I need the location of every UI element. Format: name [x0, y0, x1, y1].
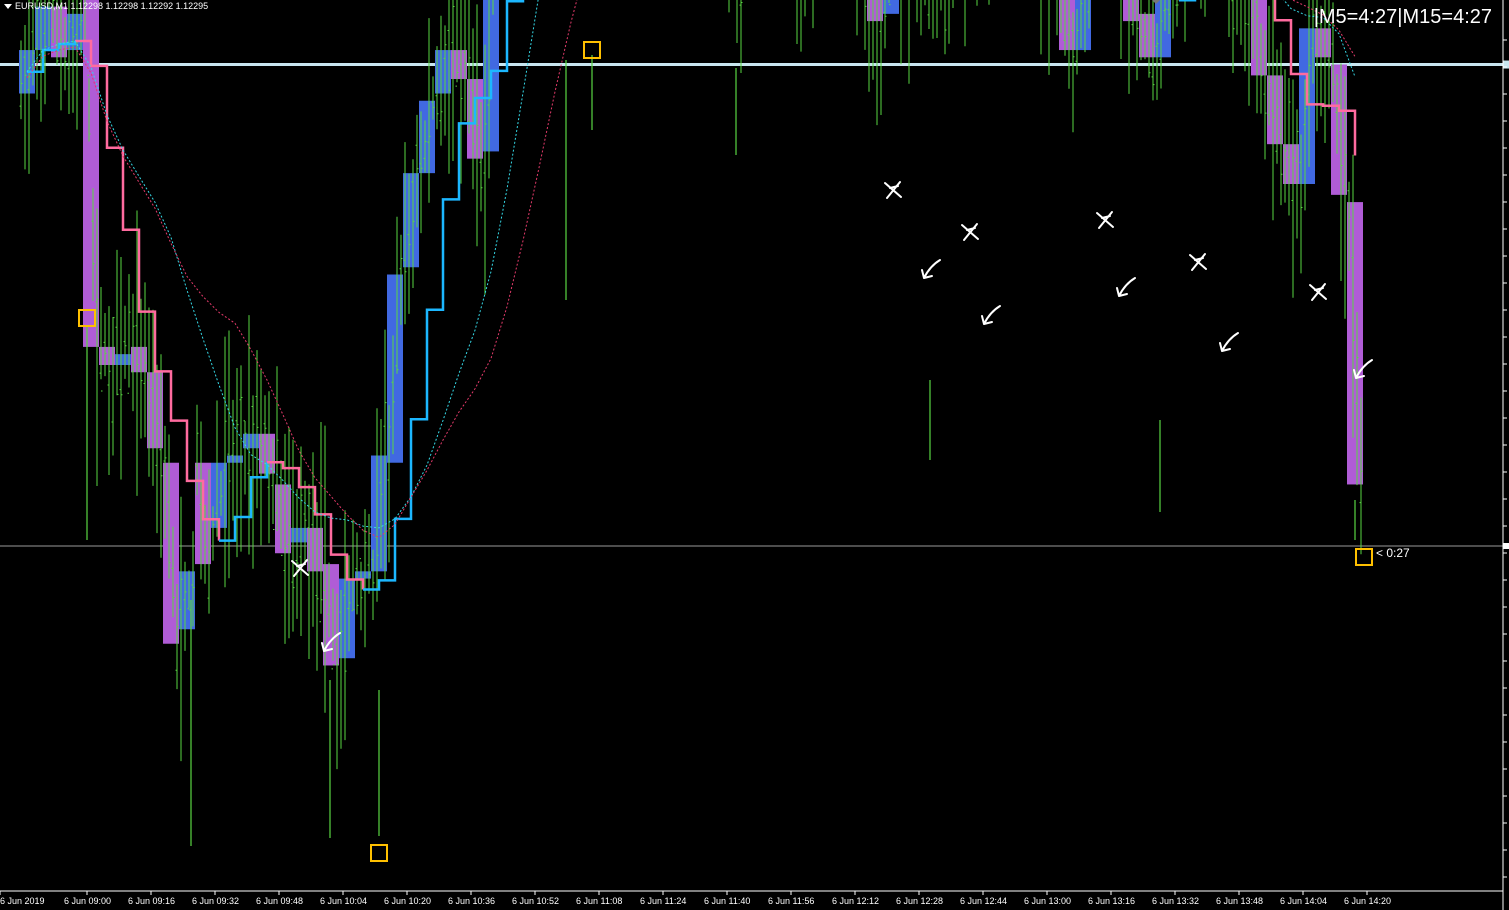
time-tick-label: 6 Jun 12:44 — [960, 896, 1007, 906]
slow-ma-cyan — [26, 0, 1356, 529]
time-tick-label: 6 Jun 09:48 — [256, 896, 303, 906]
annotation-cross-icon — [1189, 253, 1207, 271]
slow-ma-pink — [26, 0, 1356, 539]
time-tick-label: 6 Jun 13:16 — [1088, 896, 1135, 906]
annotation-arrow-icon — [921, 259, 941, 279]
time-axis: 6 Jun 2019 6 Jun 09:00 6 Jun 09:16 6 Jun 09… — [0, 891, 1391, 906]
time-tick-label: 6 Jun 12:28 — [896, 896, 943, 906]
price-chart[interactable]: 6 Jun 2019 6 Jun 09:00 6 Jun 09:16 6 Jun 09… — [0, 0, 1509, 910]
symbol-header[interactable]: EURUSD,M1 1.12298 1.12298 1.12292 1.1229… — [0, 0, 208, 12]
time-tick-label: 6 Jun 14:04 — [1280, 896, 1327, 906]
time-tick-label: 6 Jun 09:32 — [192, 896, 239, 906]
time-tick-label: 6 Jun 2019 — [0, 896, 45, 906]
time-tick-label: 6 Jun 10:36 — [448, 896, 495, 906]
higher-timeframe-boxes — [19, 0, 1363, 666]
annotation-cross-icon — [291, 559, 309, 577]
annotation-arrow-icon — [1116, 277, 1136, 297]
time-tick-label: 6 Jun 13:48 — [1216, 896, 1263, 906]
time-tick-label: 6 Jun 09:16 — [128, 896, 175, 906]
time-tick-label: 6 Jun 13:00 — [1024, 896, 1071, 906]
time-tick-label: 6 Jun 10:52 — [512, 896, 559, 906]
time-tick-label: 6 Jun 11:40 — [704, 896, 750, 906]
swing-marker — [1355, 548, 1373, 566]
symbol-ohlc-text: EURUSD,M1 1.12298 1.12298 1.12292 1.1229… — [15, 1, 209, 11]
hand-drawn-annotations — [291, 181, 1373, 652]
timeframe-timer: |M5=4:27|M15=4:27 — [1313, 6, 1492, 28]
scroll-marker-icon[interactable] — [1152, 0, 1160, 4]
time-tick-label: 6 Jun 13:32 — [1152, 896, 1199, 906]
time-tick-label: 6 Jun 14:20 — [1344, 896, 1391, 906]
annotation-arrow-icon — [981, 305, 1001, 325]
dropdown-triangle-icon[interactable] — [4, 3, 12, 9]
time-tick-label: 6 Jun 09:00 — [64, 896, 111, 906]
bar-countdown: < 0:27 — [1376, 546, 1410, 560]
time-tick-label: 6 Jun 10:20 — [384, 896, 431, 906]
time-tick-label: 6 Jun 11:24 — [640, 896, 686, 906]
m1-bars — [19, 0, 1363, 846]
annotation-cross-icon — [1309, 283, 1327, 301]
time-tick-label: 6 Jun 11:08 — [576, 896, 622, 906]
annotation-cross-icon — [1096, 211, 1114, 229]
time-tick-label: 6 Jun 12:12 — [832, 896, 879, 906]
annotation-cross-icon — [961, 223, 979, 241]
annotation-arrow-icon — [1219, 332, 1239, 352]
swing-marker — [370, 844, 388, 862]
time-tick-label: 6 Jun 10:04 — [320, 896, 367, 906]
m1-bar-series — [19, 0, 1363, 770]
annotation-cross-icon — [884, 181, 902, 199]
time-tick-label: 6 Jun 11:56 — [768, 896, 814, 906]
bid-price-tag — [1503, 543, 1509, 549]
